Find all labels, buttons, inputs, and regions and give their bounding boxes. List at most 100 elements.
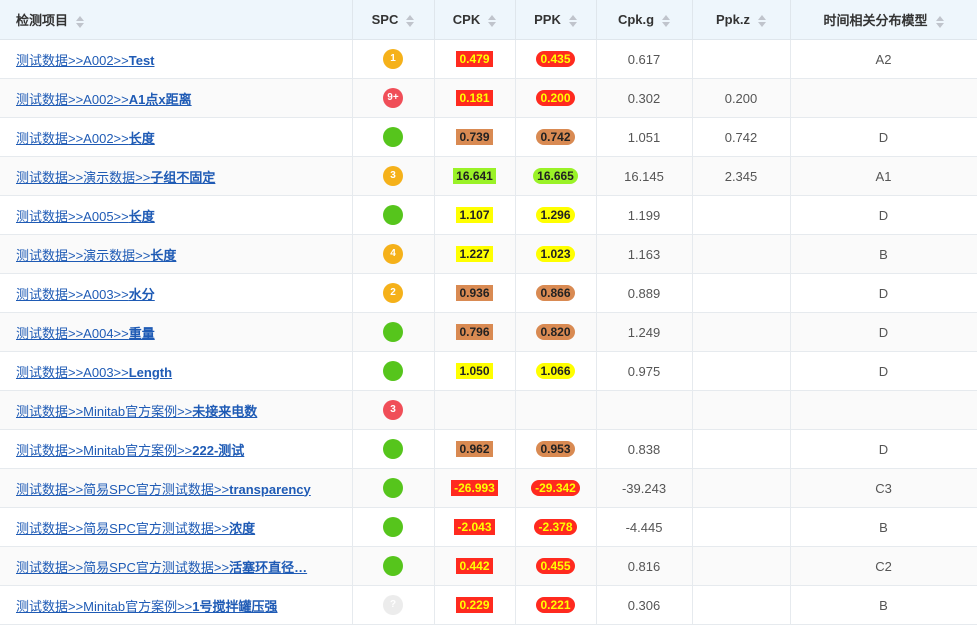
ppkz-cell	[692, 429, 791, 469]
model-cell: D	[790, 312, 977, 352]
spc-cell	[352, 429, 435, 469]
spc-ok-icon[interactable]	[383, 556, 403, 576]
model-cell: D	[790, 351, 977, 391]
item-link[interactable]: 测试数据>>Minitab官方案例>>1号搅拌罐压强	[16, 599, 278, 614]
model-cell: D	[790, 273, 977, 313]
item-link[interactable]: 测试数据>>简易SPC官方测试数据>>transparency	[16, 482, 311, 497]
column-header-cpkg[interactable]: Cpk.g	[596, 0, 693, 40]
item-link[interactable]: 测试数据>>A002>>A1点x距离	[16, 92, 192, 107]
cpkg-cell: 1.163	[596, 234, 693, 274]
table-row: 测试数据>>Minitab官方案例>>222-测试 0.962 0.953 0.838…	[0, 429, 977, 469]
sort-icon[interactable]	[757, 14, 766, 27]
item-link[interactable]: 测试数据>>A003>>水分	[16, 287, 155, 302]
sort-icon[interactable]	[406, 14, 415, 27]
model-cell: B	[790, 234, 977, 274]
model-cell: A2	[790, 39, 977, 79]
column-header-item[interactable]: 检测项目	[0, 0, 353, 40]
ppk-cell: -2.378	[515, 507, 597, 547]
item-link[interactable]: 测试数据>>A002>>Test	[16, 53, 155, 68]
model-cell: D	[790, 195, 977, 235]
sort-icon[interactable]	[76, 15, 85, 28]
spc-ok-icon[interactable]	[383, 205, 403, 225]
item-link[interactable]: 测试数据>>演示数据>>长度	[16, 248, 176, 263]
item-name: 长度	[128, 130, 155, 146]
ppkz-cell	[692, 546, 791, 586]
ppkz-cell	[692, 351, 791, 391]
item-link[interactable]: 测试数据>>A005>>长度	[16, 209, 155, 224]
column-header-spc[interactable]: SPC	[352, 0, 435, 40]
ppk-badge: 16.665	[533, 168, 578, 185]
ppk-cell: 0.866	[515, 273, 597, 313]
item-link[interactable]: 测试数据>>Minitab官方案例>>222-测试	[16, 443, 244, 458]
model-cell: A1	[790, 156, 977, 196]
item-link[interactable]: 测试数据>>A003>>Length	[16, 365, 172, 380]
spc-alarm-badge[interactable]: 3	[383, 400, 403, 420]
spc-cell	[352, 546, 435, 586]
ppk-cell: 1.066	[515, 351, 597, 391]
item-link[interactable]: 测试数据>>演示数据>>子组不固定	[16, 170, 215, 185]
item-link[interactable]: 测试数据>>简易SPC官方测试数据>>活塞环直径…	[16, 560, 307, 575]
item-name: Length	[128, 364, 173, 380]
table-row: 测试数据>>简易SPC官方测试数据>>活塞环直径… 0.442 0.455 0.816…	[0, 546, 977, 586]
column-header-model[interactable]: 时间相关分布模型	[790, 0, 977, 40]
item-link[interactable]: 测试数据>>A004>>重量	[16, 326, 155, 341]
item-path: 测试数据>>A005>>	[16, 208, 129, 224]
item-link[interactable]: 测试数据>>简易SPC官方测试数据>>浓度	[16, 521, 255, 536]
ppk-cell: 0.221	[515, 585, 597, 625]
table-row: 测试数据>>A005>>长度 1.107 1.296 1.199 D	[0, 195, 977, 235]
item-name: 浓度	[229, 520, 256, 536]
ppk-cell: 0.435	[515, 39, 597, 79]
cpk-cell	[434, 390, 516, 430]
ppkz-cell: 0.200	[692, 78, 791, 118]
ppkz-cell	[692, 390, 791, 430]
spc-alarm-badge[interactable]: 3	[383, 166, 403, 186]
sort-icon[interactable]	[568, 14, 577, 27]
ppk-badge: 0.221	[536, 597, 575, 614]
model-cell: D	[790, 117, 977, 157]
item-link[interactable]: 测试数据>>A002>>长度	[16, 131, 155, 146]
sort-icon[interactable]	[662, 14, 671, 27]
spc-alarm-badge[interactable]: 1	[383, 49, 403, 69]
sort-icon[interactable]	[488, 14, 497, 27]
ppkz-cell	[692, 507, 791, 547]
spc-ok-icon[interactable]	[383, 127, 403, 147]
item-name: 重量	[128, 325, 155, 341]
table-header-row: 检测项目 SPC CPK PPK Cpk.g Ppk.z 时间相关分布模型	[0, 0, 977, 40]
column-header-cpk[interactable]: CPK	[434, 0, 516, 40]
spc-alarm-badge[interactable]: 2	[383, 283, 403, 303]
spc-ok-icon[interactable]	[383, 322, 403, 342]
spc-alarm-badge[interactable]: ?	[383, 595, 403, 615]
spc-ok-icon[interactable]	[383, 361, 403, 381]
ppk-badge: 1.066	[536, 363, 575, 380]
ppk-badge: 0.455	[536, 558, 575, 575]
cpk-cell: 0.479	[434, 39, 516, 79]
spc-ok-icon[interactable]	[383, 478, 403, 498]
cpkg-cell: 1.199	[596, 195, 693, 235]
spc-alarm-badge[interactable]: 4	[383, 244, 403, 264]
column-header-label: SPC	[371, 12, 399, 27]
cpk-cell: 0.181	[434, 78, 516, 118]
column-header-ppkz[interactable]: Ppk.z	[692, 0, 791, 40]
cpkg-cell	[596, 390, 693, 430]
spc-ok-icon[interactable]	[383, 517, 403, 537]
column-header-label: 时间相关分布模型	[823, 13, 928, 28]
ppk-cell: 0.200	[515, 78, 597, 118]
spc-alarm-badge[interactable]: 9+	[383, 88, 403, 108]
cpk-badge: 0.936	[456, 285, 493, 302]
item-link[interactable]: 测试数据>>Minitab官方案例>>未接来电数	[16, 404, 257, 419]
cpk-badge: 1.107	[456, 207, 493, 224]
item-cell: 测试数据>>A003>>Length	[0, 351, 353, 391]
item-cell: 测试数据>>Minitab官方案例>>1号搅拌罐压强	[0, 585, 353, 625]
spc-cell	[352, 507, 435, 547]
column-header-label: PPK	[534, 12, 561, 27]
item-path: 测试数据>>A003>>	[16, 364, 129, 380]
sort-icon[interactable]	[935, 15, 944, 28]
ppkz-cell	[692, 39, 791, 79]
ppk-badge: 0.435	[536, 51, 575, 68]
column-header-ppk[interactable]: PPK	[515, 0, 597, 40]
item-path: 测试数据>>A002>>	[16, 91, 129, 107]
cpkg-cell: 0.306	[596, 585, 693, 625]
ppkz-cell	[692, 468, 791, 508]
cpkg-cell: 0.889	[596, 273, 693, 313]
spc-ok-icon[interactable]	[383, 439, 403, 459]
